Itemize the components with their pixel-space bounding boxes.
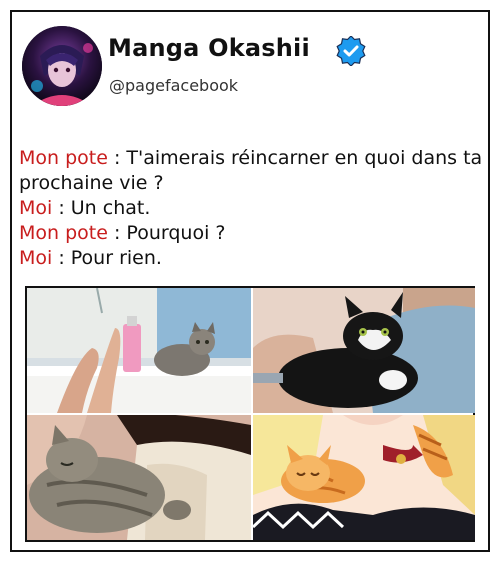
post-line: Moi : Pour rien. xyxy=(19,246,489,271)
image-grid xyxy=(25,286,475,542)
cat-in-bathtub-photo[interactable] xyxy=(27,288,251,413)
post-line: Mon pote : T'aimerais réincarner en quoi… xyxy=(19,146,489,196)
post-line: Mon pote : Pourquoi ? xyxy=(19,221,489,246)
speaker-label: Moi xyxy=(19,197,53,219)
speaker-label: Mon pote xyxy=(19,222,108,244)
profile-name[interactable]: Manga Okashii xyxy=(108,34,310,62)
post-line: Moi : Un chat. xyxy=(19,196,489,221)
cat-in-shirt-photo[interactable] xyxy=(253,288,475,413)
post-text: Mon pote : T'aimerais réincarner en quoi… xyxy=(19,146,489,271)
verified-badge-icon xyxy=(336,35,366,67)
speaker-label: Mon pote xyxy=(19,147,108,169)
avatar-image xyxy=(22,26,102,106)
post-card: Manga Okashii @pagefacebook Mon pote : T… xyxy=(10,10,490,552)
line-text: : Pourquoi ? xyxy=(107,222,226,244)
anime-cat-on-chest-image[interactable] xyxy=(253,415,475,540)
speaker-label: Moi xyxy=(19,247,53,269)
line-text: : Pour rien. xyxy=(52,247,162,269)
line-text: : Un chat. xyxy=(52,197,151,219)
profile-avatar[interactable] xyxy=(22,26,102,106)
profile-handle[interactable]: @pagefacebook xyxy=(109,76,238,95)
cat-on-chest-photo[interactable] xyxy=(27,415,251,540)
